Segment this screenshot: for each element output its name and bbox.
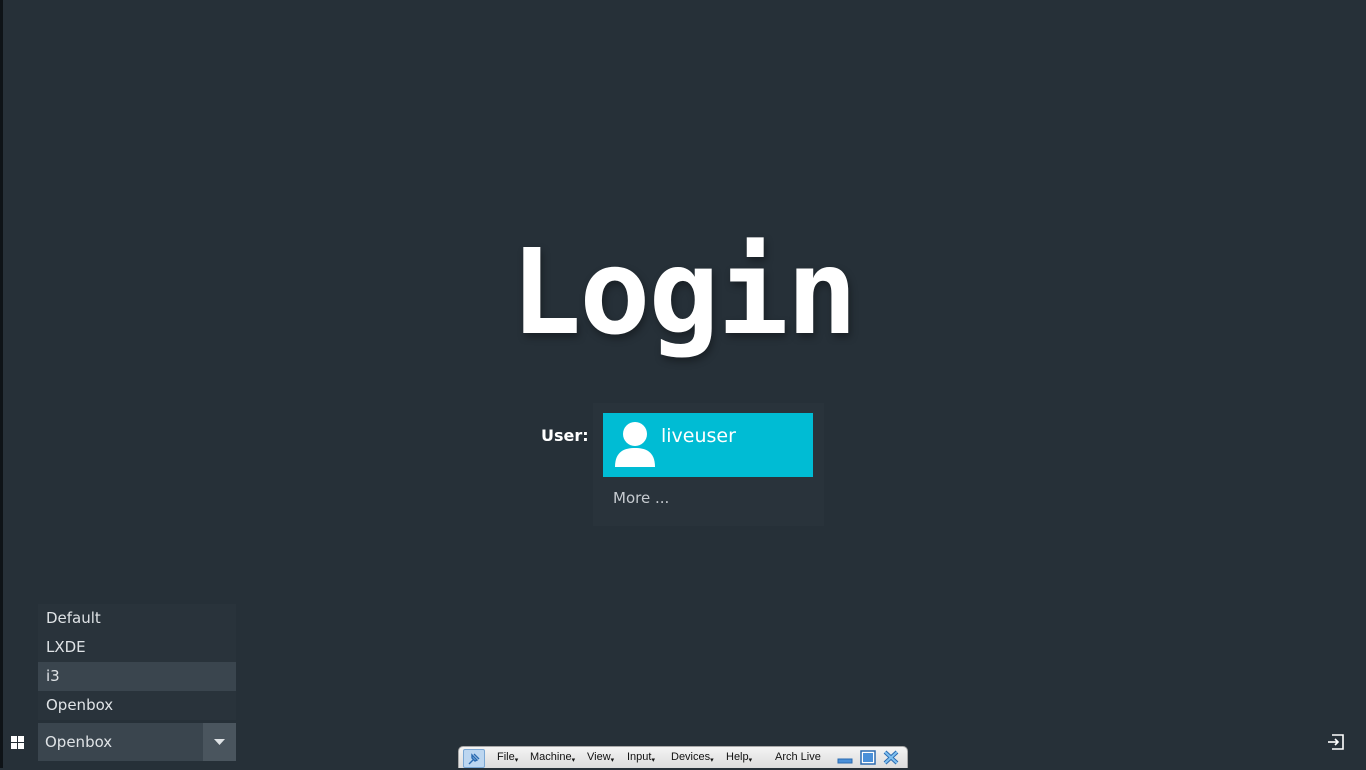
vbox-menu-file[interactable]: File▾ (497, 751, 518, 764)
session-select[interactable]: Openbox (38, 723, 236, 761)
user-item-liveuser[interactable]: liveuser (603, 413, 813, 477)
session-dropdown-list: Default LXDE i3 Openbox (38, 604, 236, 720)
vbox-menu-input[interactable]: Input▾ (627, 751, 655, 764)
vbox-menu-view[interactable]: View▾ (587, 751, 614, 764)
vbox-menu-devices[interactable]: Devices▾ (671, 751, 714, 764)
logout-icon[interactable] (1327, 734, 1345, 750)
session-select-value: Openbox (45, 733, 113, 751)
user-avatar-icon (615, 422, 655, 467)
dropdown-arrow[interactable] (203, 723, 236, 761)
session-option-openbox[interactable]: Openbox (38, 691, 236, 720)
session-option-lxde[interactable]: LXDE (38, 633, 236, 662)
close-icon[interactable] (883, 750, 899, 765)
apps-grid-icon[interactable] (11, 736, 24, 749)
session-option-default[interactable]: Default (38, 604, 236, 633)
chevron-down-icon (214, 739, 225, 745)
screen-edge (0, 0, 3, 768)
login-title: Login (510, 223, 857, 361)
pin-icon[interactable] (463, 749, 485, 768)
virtualbox-toolbar: File▾ Machine▾ View▾ Input▾ Devices▾ Hel… (458, 746, 908, 768)
more-users-link[interactable]: More ... (613, 489, 669, 507)
vm-name: Arch Live (775, 751, 821, 763)
vbox-menu-machine[interactable]: Machine▾ (530, 751, 575, 764)
user-label: User: (541, 426, 589, 445)
session-option-i3[interactable]: i3 (38, 662, 236, 691)
user-name: liveuser (661, 425, 736, 447)
restore-icon[interactable] (860, 750, 876, 765)
vbox-menu-help[interactable]: Help▾ (726, 751, 752, 764)
minimize-icon[interactable] (837, 750, 853, 765)
